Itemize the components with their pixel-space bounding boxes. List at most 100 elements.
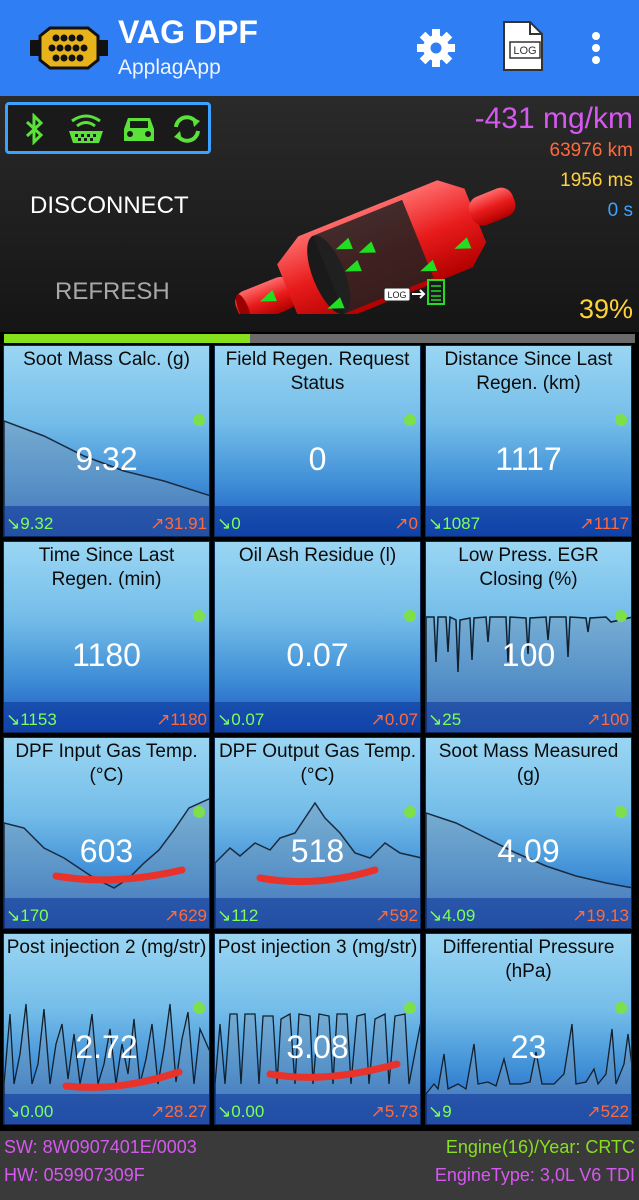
tile-min: ↘0: [217, 514, 241, 533]
status-dot: [615, 806, 627, 818]
parameter-tile[interactable]: DPF Input Gas Temp. (°C) 603 ↘170 ↗629: [3, 737, 210, 929]
tile-max: ↗19.13: [572, 906, 629, 925]
tile-min: ↘0.00: [217, 1102, 265, 1121]
tile-max: ↗522: [586, 1102, 629, 1121]
tile-label: Differential Pressure (hPa): [442, 937, 615, 982]
obd-adapter-icon: [69, 114, 103, 143]
response-time-readout: 1956 ms: [560, 170, 633, 191]
tile-max: ↗31.91: [150, 514, 207, 533]
parameter-tile[interactable]: Post injection 3 (mg/str) 3.08 ↘0.00 ↗5.…: [214, 933, 421, 1125]
status-dot: [615, 610, 627, 622]
tile-value: 3.08: [286, 1029, 349, 1065]
status-dot: [193, 1002, 205, 1014]
status-dot: [404, 414, 416, 426]
tile-value: 603: [79, 833, 134, 869]
tile-label: Time Since Last Regen. (min): [38, 545, 175, 590]
parameter-tile[interactable]: Low Press. EGR Closing (%) 100 ↘25 ↗100: [425, 541, 632, 733]
tile-min: ↘1087: [428, 514, 481, 533]
dpf-logo-icon: [30, 26, 108, 70]
status-dot: [615, 1002, 627, 1014]
tile-value: 9.32: [75, 441, 138, 477]
app-title: VAG DPF: [118, 14, 258, 50]
tile-value: 2.72: [75, 1029, 138, 1065]
tile-max: ↗592: [375, 906, 418, 925]
dpf-filter-illustration: LOG: [235, 180, 516, 314]
status-dot: [615, 414, 627, 426]
parameter-tile[interactable]: Soot Mass Measured (g) 4.09 ↘4.09 ↗19.13: [425, 737, 632, 929]
connection-status-icons: [5, 102, 211, 154]
tile-min: ↘25: [428, 710, 462, 729]
refresh-button[interactable]: REFRESH: [55, 278, 170, 306]
status-panel: DISCONNECT REFRESH LOG -431 mg/km 63976 …: [0, 96, 639, 332]
tile-label: Oil Ash Residue (l): [238, 545, 397, 566]
car-icon: [124, 118, 154, 141]
tile-max: ↗5.73: [370, 1102, 418, 1121]
status-dot: [193, 414, 205, 426]
tile-max: ↗1117: [579, 514, 629, 533]
tile-label: Post injection 3 (mg/str): [217, 937, 418, 958]
tile-min: ↘112: [217, 906, 259, 925]
tile-value: 1117: [495, 441, 562, 477]
tile-max: ↗629: [164, 906, 207, 925]
bluetooth-icon: [25, 113, 44, 145]
tile-min: ↘4.09: [428, 906, 476, 925]
tile-min: ↘0.07: [217, 710, 265, 729]
tile-max: ↗100: [586, 710, 629, 729]
engine-type: EngineType: 3,0L V6 TDI: [434, 1165, 635, 1185]
tile-min: ↘9: [428, 1102, 452, 1121]
tile-label: DPF Output Gas Temp. (°C): [218, 741, 417, 786]
sync-icon[interactable]: [170, 113, 204, 145]
tile-label: Low Press. EGR Closing (%): [458, 545, 599, 590]
minmax-strip: [215, 506, 420, 536]
parameter-tile[interactable]: Time Since Last Regen. (min) 1180 ↘1153 …: [3, 541, 210, 733]
engine-year: Engine(16)/Year: CRTC: [445, 1137, 635, 1157]
status-dot: [193, 806, 205, 818]
tile-label: Soot Mass Measured (g): [438, 741, 619, 786]
hardware-version: HW: 059907309F: [4, 1165, 145, 1185]
log-label: LOG: [513, 45, 536, 57]
soot-rate-readout: -431 mg/km: [474, 102, 633, 135]
log-badge-label: LOG: [387, 290, 406, 300]
progress-fill: [4, 334, 251, 343]
progress-bar: [4, 334, 635, 343]
tile-min: ↘9.32: [6, 514, 54, 533]
tile-max: ↗28.27: [150, 1102, 207, 1121]
gear-icon[interactable]: [414, 26, 458, 70]
tile-max: ↗1180: [156, 710, 207, 729]
tile-min: ↘1153: [6, 710, 57, 729]
parameter-tile[interactable]: Soot Mass Calc. (g) 9.32 ↘9.32 ↗31.91: [3, 345, 210, 537]
tile-label: DPF Input Gas Temp. (°C): [15, 741, 198, 786]
tile-value: 518: [290, 833, 345, 869]
tile-value: 0: [308, 441, 327, 477]
parameter-tile[interactable]: Oil Ash Residue (l) 0.07 ↘0.07 ↗0.07: [214, 541, 421, 733]
status-dot: [404, 806, 416, 818]
tile-max: ↗0.07: [370, 710, 418, 729]
tile-min: ↘0.00: [6, 1102, 54, 1121]
disconnect-button[interactable]: DISCONNECT: [30, 192, 189, 220]
status-dot: [404, 1002, 416, 1014]
parameter-tile[interactable]: DPF Output Gas Temp. (°C) 518 ↘112 ↗592: [214, 737, 421, 929]
tile-value: 4.09: [497, 833, 560, 869]
status-dot: [193, 610, 205, 622]
tile-label: Soot Mass Calc. (g): [23, 349, 190, 370]
time-readout: 0 s: [607, 200, 633, 221]
more-vert-icon[interactable]: [584, 24, 608, 72]
distance-readout: 63976 km: [549, 140, 633, 161]
parameter-tile[interactable]: Distance Since Last Regen. (km) 1117 ↘10…: [425, 345, 632, 537]
app-bar: VAG DPF ApplagApp LOG: [0, 0, 639, 98]
tile-min: ↘170: [6, 906, 49, 925]
parameter-tile[interactable]: Post injection 2 (mg/str) 2.72 ↘0.00 ↗28…: [3, 933, 210, 1125]
status-dot: [404, 610, 416, 622]
tile-value: 100: [501, 637, 556, 673]
tile-max: ↗0: [394, 514, 418, 533]
tile-value: 1180: [72, 637, 141, 673]
tile-value: 0.07: [286, 637, 349, 673]
parameter-tile[interactable]: Field Regen. Request Status 0 ↘0 ↗0: [214, 345, 421, 537]
ecu-info-footer: SW: 8W0907401E/0003 HW: 059907309F Engin…: [0, 1131, 639, 1200]
parameter-tile[interactable]: Differential Pressure (hPa) 23 ↘9 ↗522: [425, 933, 632, 1125]
tile-label: Field Regen. Request Status: [225, 349, 410, 394]
percent-readout: 39%: [578, 294, 633, 324]
software-version: SW: 8W0907401E/0003: [4, 1137, 197, 1157]
log-file-button[interactable]: LOG: [498, 20, 546, 72]
tile-label: Post injection 2 (mg/str): [6, 937, 207, 958]
